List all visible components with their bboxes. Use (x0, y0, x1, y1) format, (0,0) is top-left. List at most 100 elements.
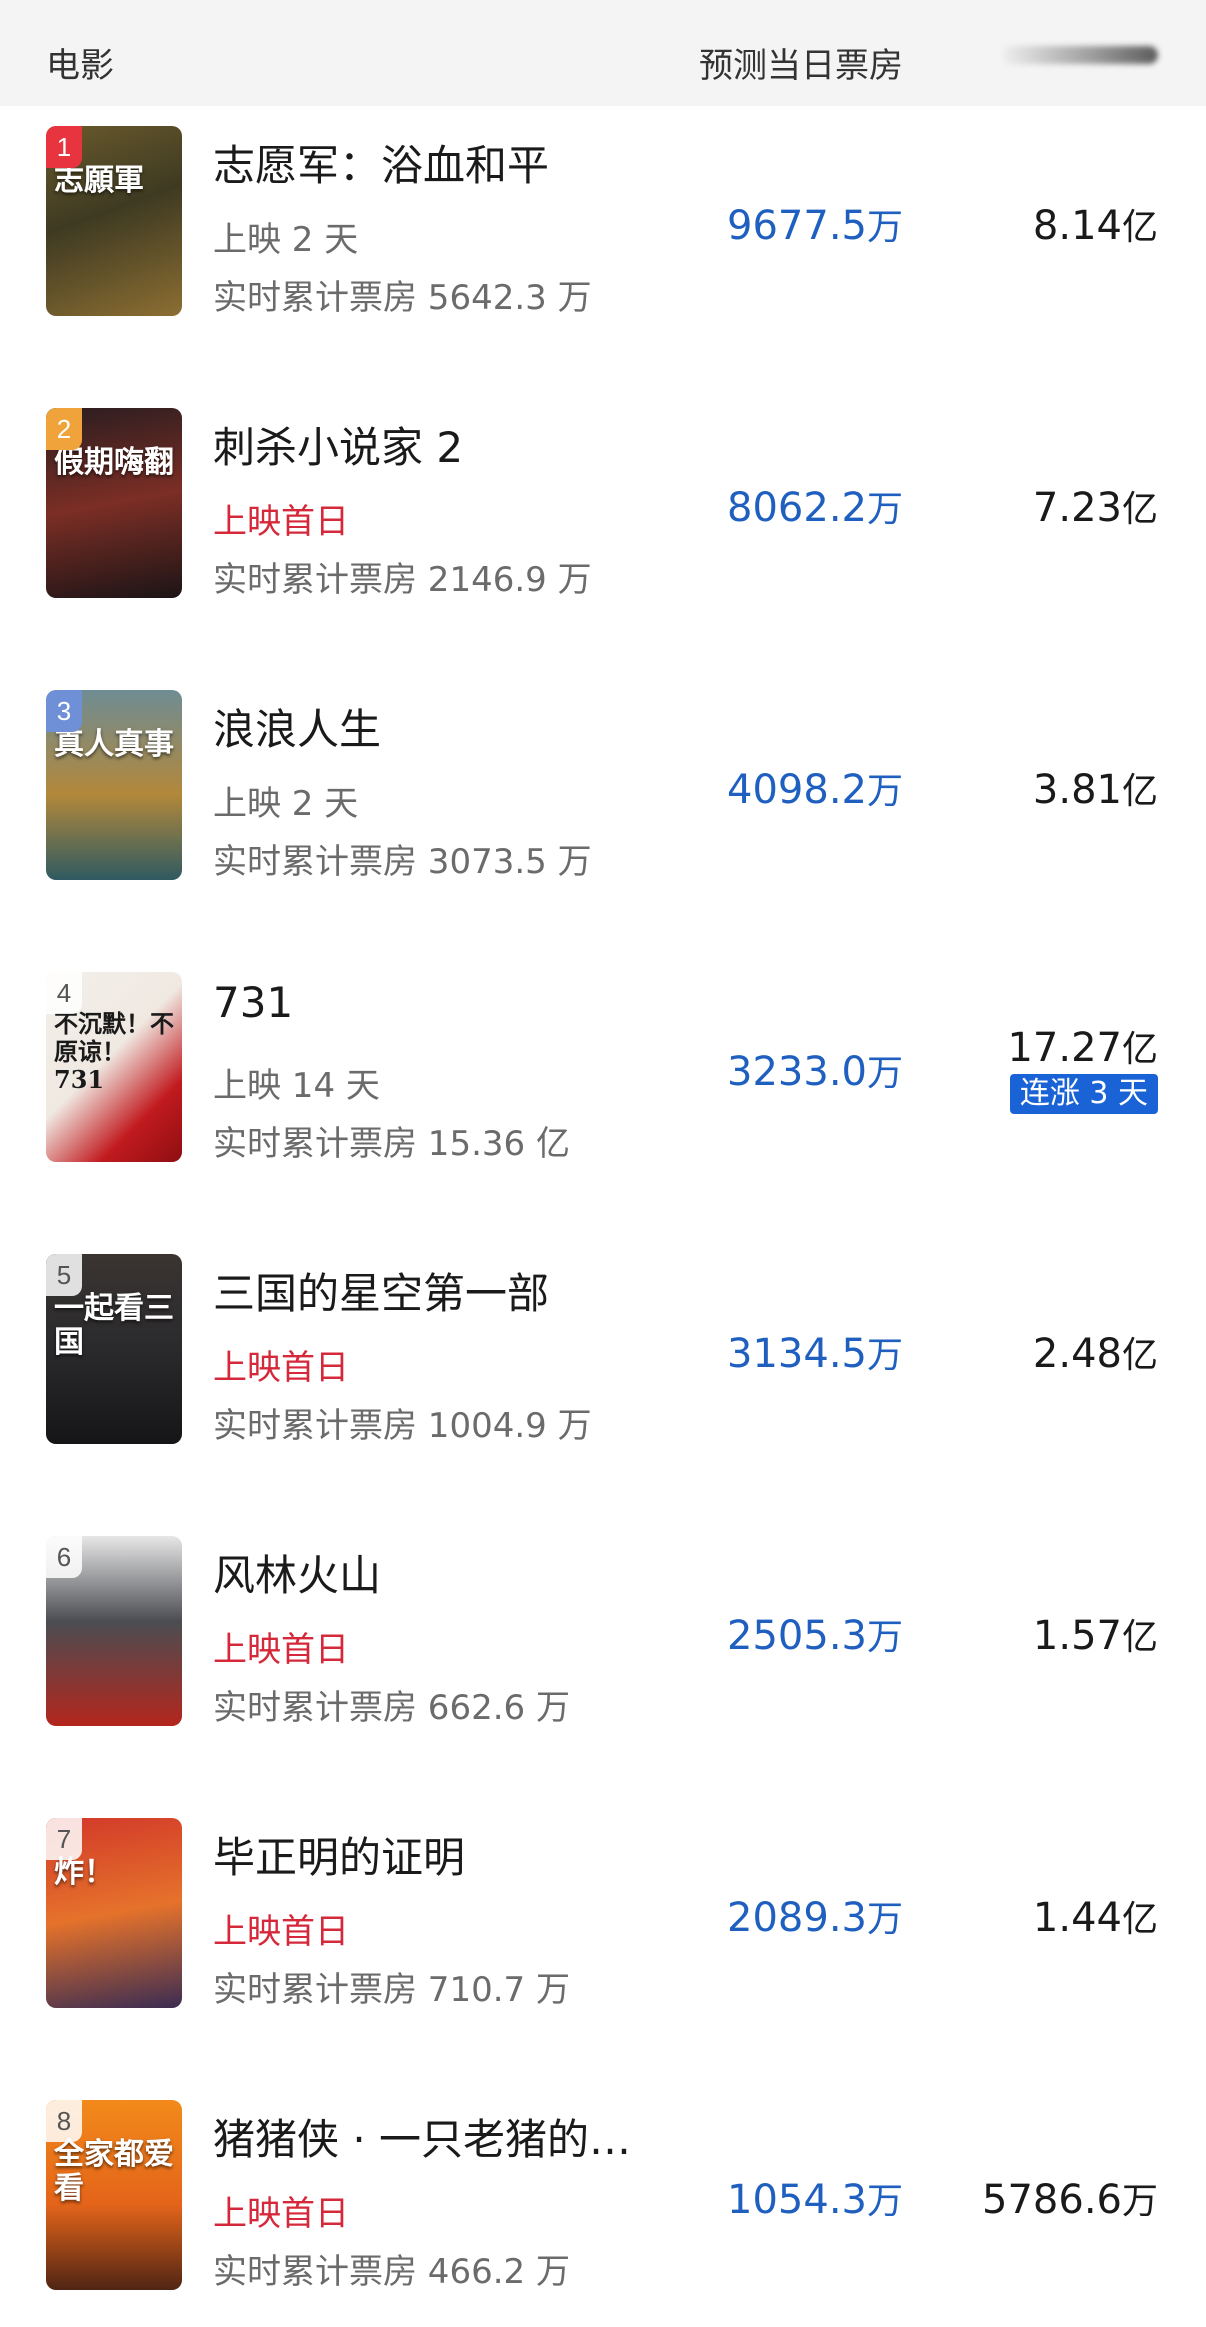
total-box-office: 7.23亿 (1033, 480, 1158, 532)
total-unit: 万 (1121, 2181, 1158, 2222)
forecast-unit: 万 (866, 771, 903, 812)
total-unit: 亿 (1121, 489, 1158, 530)
realtime-cumulative: 实时累计票房 1004.9 万 (213, 1406, 592, 1446)
forecast-box-office: 2505.3万 (727, 1608, 903, 1660)
forecast-value: 9677.5 (727, 203, 867, 249)
release-days: 上映 2 天 (213, 784, 359, 824)
forecast-value: 3134.5 (727, 1331, 867, 1377)
forecast-unit: 万 (866, 1617, 903, 1658)
rank-badge: 5 (46, 1254, 82, 1296)
column-header-movie: 电影 (46, 46, 114, 86)
rising-streak-badge: 连涨 3 天 (1009, 1074, 1158, 1114)
poster-text: 不沉默！不原谅！731 (54, 1009, 174, 1094)
total-value: 8.14 (1032, 203, 1122, 249)
total-box-office: 1.57亿 (1033, 1608, 1158, 1660)
poster-text: 炸！ (54, 1855, 114, 1890)
rank-badge: 6 (46, 1536, 82, 1578)
forecast-value: 1054.3 (727, 2177, 867, 2223)
movie-row[interactable]: 6 风林火山 上映首日 实时累计票房 662.6 万 2505.3万 1.57亿 (0, 1516, 1206, 1798)
box-office-list: 志願軍 1 志愿军：浴血和平 上映 2 天 实时累计票房 5642.3 万 96… (0, 106, 1206, 2327)
total-value: 1.44 (1032, 1895, 1122, 1941)
realtime-cumulative: 实时累计票房 662.6 万 (213, 1688, 570, 1728)
realtime-cumulative: 实时累计票房 5642.3 万 (213, 278, 592, 318)
total-unit: 亿 (1121, 771, 1158, 812)
forecast-box-office: 8062.2万 (727, 480, 903, 532)
rank-badge: 3 (46, 690, 82, 732)
total-box-office: 2.48亿 (1033, 1326, 1158, 1378)
movie-poster: 志願軍 1 (46, 126, 182, 316)
total-box-office: 5786.6万 (982, 2172, 1158, 2224)
movie-title: 志愿军：浴血和平 (213, 141, 550, 190)
movie-title: 731 (213, 978, 294, 1027)
realtime-cumulative: 实时累计票房 710.7 万 (213, 1970, 570, 2010)
total-value: 1.57 (1032, 1613, 1122, 1659)
total-box-office: 8.14亿 (1033, 198, 1158, 250)
movie-poster: 假期嗨翻 2 (46, 408, 182, 598)
total-unit: 亿 (1121, 1899, 1158, 1940)
movie-poster: 6 (46, 1536, 182, 1726)
total-unit: 亿 (1121, 1335, 1158, 1376)
rank-badge: 8 (46, 2100, 82, 2142)
rank-badge: 4 (46, 972, 82, 1014)
rank-badge: 2 (46, 408, 82, 450)
release-days: 上映首日 (213, 2194, 349, 2234)
forecast-value: 3233.0 (727, 1049, 867, 1095)
forecast-box-office: 3233.0万 (727, 1044, 903, 1096)
release-days: 上映 2 天 (213, 220, 359, 260)
movie-title: 三国的星空第一部 (213, 1269, 550, 1318)
forecast-unit: 万 (866, 207, 903, 248)
movie-title: 风林火山 (213, 1551, 382, 1600)
total-value: 2.48 (1032, 1331, 1122, 1377)
total-value: 17.27 (1007, 1025, 1122, 1071)
total-box-office: 1.44亿 (1033, 1890, 1158, 1942)
column-header-obscured (1002, 46, 1158, 64)
movie-row[interactable]: 假期嗨翻 2 刺杀小说家 2 上映首日 实时累计票房 2146.9 万 8062… (0, 388, 1206, 670)
total-box-office: 17.27亿 (1007, 1020, 1158, 1072)
total-unit: 亿 (1121, 207, 1158, 248)
release-days: 上映 14 天 (213, 1066, 380, 1106)
movie-title: 浪浪人生 (213, 705, 382, 754)
movie-row[interactable]: 一起看三国 5 三国的星空第一部 上映首日 实时累计票房 1004.9 万 31… (0, 1234, 1206, 1516)
release-days: 上映首日 (213, 1630, 349, 1670)
poster-text: 志願軍 (54, 163, 144, 198)
total-value: 5786.6 (982, 2177, 1122, 2223)
forecast-unit: 万 (866, 2181, 903, 2222)
movie-title: 刺杀小说家 2 (213, 423, 464, 472)
release-days: 上映首日 (213, 502, 349, 542)
poster-text: 全家都爱看 (54, 2137, 174, 2206)
realtime-cumulative: 实时累计票房 2146.9 万 (213, 560, 592, 600)
movie-row[interactable]: 全家都爱看 8 猪猪侠 · 一只老猪的… 上映首日 实时累计票房 466.2 万… (0, 2080, 1206, 2327)
total-unit: 亿 (1121, 1617, 1158, 1658)
total-value: 7.23 (1032, 485, 1122, 531)
movie-poster: 不沉默！不原谅！731 4 (46, 972, 182, 1162)
movie-row[interactable]: 炸！ 7 毕正明的证明 上映首日 实时累计票房 710.7 万 2089.3万 … (0, 1798, 1206, 2080)
forecast-box-office: 2089.3万 (727, 1890, 903, 1942)
forecast-box-office: 4098.2万 (727, 762, 903, 814)
forecast-unit: 万 (866, 1335, 903, 1376)
forecast-box-office: 1054.3万 (727, 2172, 903, 2224)
forecast-box-office: 3134.5万 (727, 1326, 903, 1378)
movie-poster: 炸！ 7 (46, 1818, 182, 2008)
forecast-unit: 万 (866, 489, 903, 530)
movie-row[interactable]: 不沉默！不原谅！731 4 731 上映 14 天 实时累计票房 15.36 亿… (0, 952, 1206, 1234)
movie-poster: 全家都爱看 8 (46, 2100, 182, 2290)
rank-badge: 1 (46, 126, 82, 168)
movie-row[interactable]: 真人真事 3 浪浪人生 上映 2 天 实时累计票房 3073.5 万 4098.… (0, 670, 1206, 952)
movie-row[interactable]: 志願軍 1 志愿军：浴血和平 上映 2 天 实时累计票房 5642.3 万 96… (0, 106, 1206, 388)
release-days: 上映首日 (213, 1912, 349, 1952)
total-value: 3.81 (1032, 767, 1122, 813)
movie-poster: 一起看三国 5 (46, 1254, 182, 1444)
forecast-unit: 万 (866, 1053, 903, 1094)
rank-badge: 7 (46, 1818, 82, 1860)
column-header-forecast[interactable]: 预测当日票房 (699, 38, 903, 87)
poster-text: 假期嗨翻 (54, 445, 174, 480)
forecast-value: 2089.3 (727, 1895, 867, 1941)
forecast-box-office: 9677.5万 (727, 198, 903, 250)
movie-poster: 真人真事 3 (46, 690, 182, 880)
total-box-office: 3.81亿 (1033, 762, 1158, 814)
poster-text: 真人真事 (54, 727, 174, 762)
release-days: 上映首日 (213, 1348, 349, 1388)
forecast-value: 4098.2 (727, 767, 867, 813)
realtime-cumulative: 实时累计票房 15.36 亿 (213, 1124, 570, 1164)
realtime-cumulative: 实时累计票房 3073.5 万 (213, 842, 592, 882)
